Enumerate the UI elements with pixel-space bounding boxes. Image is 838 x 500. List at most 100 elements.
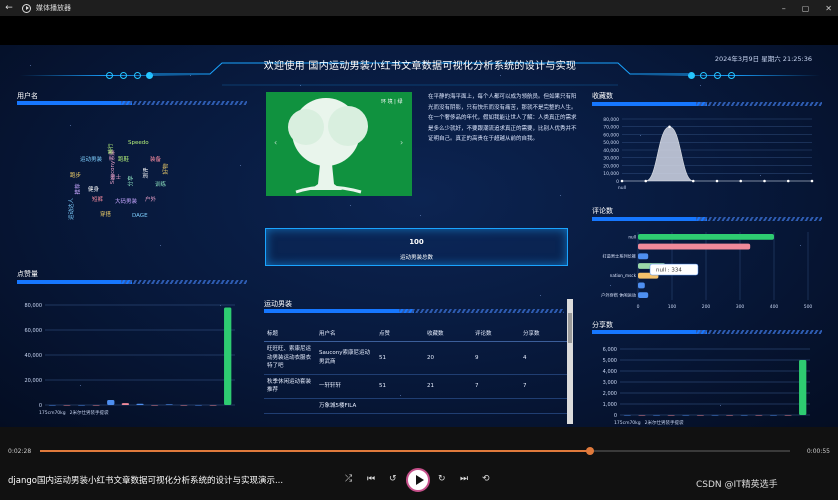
- y-tick-label: 20,000: [25, 378, 43, 384]
- next-icon[interactable]: ⏭: [460, 474, 468, 484]
- y-tick-label: 5,000: [603, 358, 617, 364]
- seek-bar-handle[interactable]: [585, 447, 594, 455]
- back-arrow-icon[interactable]: ←: [0, 3, 18, 13]
- y-tick-label: 户外穿搭 休闲运动: [601, 292, 636, 299]
- bar: [638, 233, 774, 240]
- comments-panel-title: 评论数: [592, 207, 613, 215]
- repeat-icon[interactable]: ⟲: [482, 474, 490, 484]
- wordcloud-word: 穿搭: [100, 212, 112, 218]
- close-button[interactable]: ✕: [825, 4, 832, 13]
- data-point: [739, 179, 743, 183]
- shares-panel-title: 分享数: [592, 321, 613, 329]
- panel-title-bar: [264, 309, 564, 313]
- header-dot-icon: [120, 72, 127, 79]
- column-header: 点赞: [376, 325, 424, 342]
- wordcloud-word: 骑行: [108, 143, 115, 155]
- panel-title-bar: [592, 217, 822, 221]
- table-cell: [264, 398, 316, 414]
- bar: [769, 415, 778, 416]
- x-tick-label: 300: [736, 304, 745, 310]
- bar: [711, 415, 719, 416]
- play-button[interactable]: [406, 468, 430, 492]
- y-tick-label: 打造男士系列长裤: [602, 253, 636, 260]
- bar: [136, 403, 144, 405]
- previous-icon[interactable]: ⏮: [367, 474, 375, 484]
- header-dot-icon: [700, 72, 707, 79]
- bar: [224, 307, 232, 405]
- bar: [638, 243, 751, 250]
- minimize-button[interactable]: –: [782, 4, 786, 13]
- table-cell: [520, 398, 568, 414]
- fast-forward-icon[interactable]: ↻: [438, 474, 446, 484]
- table-cell: 一轩轩轩: [316, 374, 376, 399]
- data-point: [644, 179, 648, 183]
- star-decoration: [350, 205, 351, 206]
- chart-tooltip: null : 334: [649, 263, 699, 276]
- carousel-image[interactable]: 环 境 | 绿 ‹ ›: [266, 92, 412, 196]
- scrollbar-thumb[interactable]: [568, 313, 572, 343]
- window-title: 媒体播放器: [36, 4, 71, 12]
- wordcloud-word: DAGE: [132, 213, 148, 219]
- table-cell: 旺旺旺、索康尼运动男装运动衣服衣特了吧: [264, 341, 316, 375]
- x-tick-label: 175cm70kg: [39, 410, 66, 416]
- panel-title-bar: [592, 330, 822, 334]
- table-cell: [424, 398, 472, 414]
- star-decoration: [240, 165, 241, 166]
- y-tick-label: 0: [616, 179, 619, 185]
- y-tick-label: 2,000: [603, 391, 617, 397]
- panel-title-bar: [17, 101, 247, 105]
- seek-bar[interactable]: [40, 447, 790, 455]
- bar: [638, 253, 649, 260]
- wordcloud-word: 跑鞋: [118, 157, 130, 163]
- table-row[interactable]: 秋季休闲运动套装推荐 一轩轩轩 51 21 7 7: [264, 374, 568, 399]
- total-count-card: 100 运动男装总数: [265, 228, 568, 266]
- likes-panel-title: 点赞量: [17, 270, 38, 278]
- table-cell: 20: [424, 341, 472, 375]
- table-row[interactable]: 万象城5楼FILA: [264, 398, 568, 414]
- bar: [755, 415, 763, 416]
- shares-chart: 0 1,000 2,000 3,000 4,000 5,000 6,000 175cm70kg…: [603, 347, 810, 426]
- star-decoration: [560, 195, 561, 196]
- bar: [784, 415, 792, 416]
- likes-chart: 0 20,000 40,000 60,000 80,000 175cm70kg 2米尔仕男装…: [25, 303, 235, 416]
- data-point: [620, 179, 624, 183]
- table-cell: 9: [472, 341, 520, 375]
- bar: [652, 415, 661, 416]
- comments-chart: 0 100 200 300 400 500 null 打造男士系列长裤 nation_msck 户…: [601, 232, 812, 310]
- x-tick-label: 175cm70kg: [614, 420, 641, 426]
- table-cell: 4: [520, 341, 568, 375]
- y-tick-label: 0: [614, 413, 617, 419]
- y-tick-label: 6,000: [603, 347, 617, 353]
- x-tick-label: 0: [637, 304, 640, 310]
- data-point: [668, 125, 671, 129]
- carousel-next-icon[interactable]: ›: [400, 138, 403, 147]
- carousel-prev-icon[interactable]: ‹: [274, 138, 277, 147]
- area-series: [622, 126, 812, 182]
- star-decoration: [30, 65, 31, 66]
- maximize-button[interactable]: ▢: [802, 4, 810, 13]
- bar: [92, 405, 100, 406]
- table-cell: 7: [472, 374, 520, 399]
- wordcloud-word: 户外: [145, 197, 157, 203]
- y-tick-label: nation_msck: [610, 273, 637, 278]
- x-tick-label: 2米尔仕男装手提袋: [645, 419, 684, 426]
- table-row[interactable]: 旺旺旺、索康尼运动男装运动衣服衣特了吧 Saucony索康尼运动男武商 51 2…: [264, 341, 568, 375]
- intro-text: 在平静的海平面上，每个人都可以成为领航员。但如果只有阳光而没有阴影，只有快乐而没…: [428, 94, 577, 142]
- end-time: 0:00:55: [806, 448, 830, 455]
- table-scrollbar[interactable]: [567, 299, 573, 424]
- total-count-label: 运动男装总数: [399, 255, 433, 261]
- shuffle-icon[interactable]: ⤮: [345, 474, 352, 484]
- media-player-controls: 0:02:28 0:00:55 django国内运动男装小红书文章数据可视化分析…: [0, 427, 838, 500]
- wordcloud-word: 装备: [150, 157, 162, 163]
- rewind-icon[interactable]: ↺: [389, 474, 397, 484]
- username-panel-title: 用户名: [17, 92, 38, 100]
- wordcloud-word: Speedo: [128, 140, 149, 146]
- datetime-display: 2024年3月9日 星期六 21:25:36: [714, 55, 812, 63]
- sports-menswear-panel-title: 运动男装: [264, 300, 292, 308]
- tree-illustration: [266, 92, 412, 196]
- table-cell: 21: [424, 374, 472, 399]
- y-tick-label: 40,000: [603, 148, 619, 154]
- column-header: 用户名: [316, 325, 376, 342]
- bar: [121, 403, 130, 405]
- video-title: django国内运动男装小红书文章数据可视化分析系统的设计与实现演示...: [8, 476, 284, 486]
